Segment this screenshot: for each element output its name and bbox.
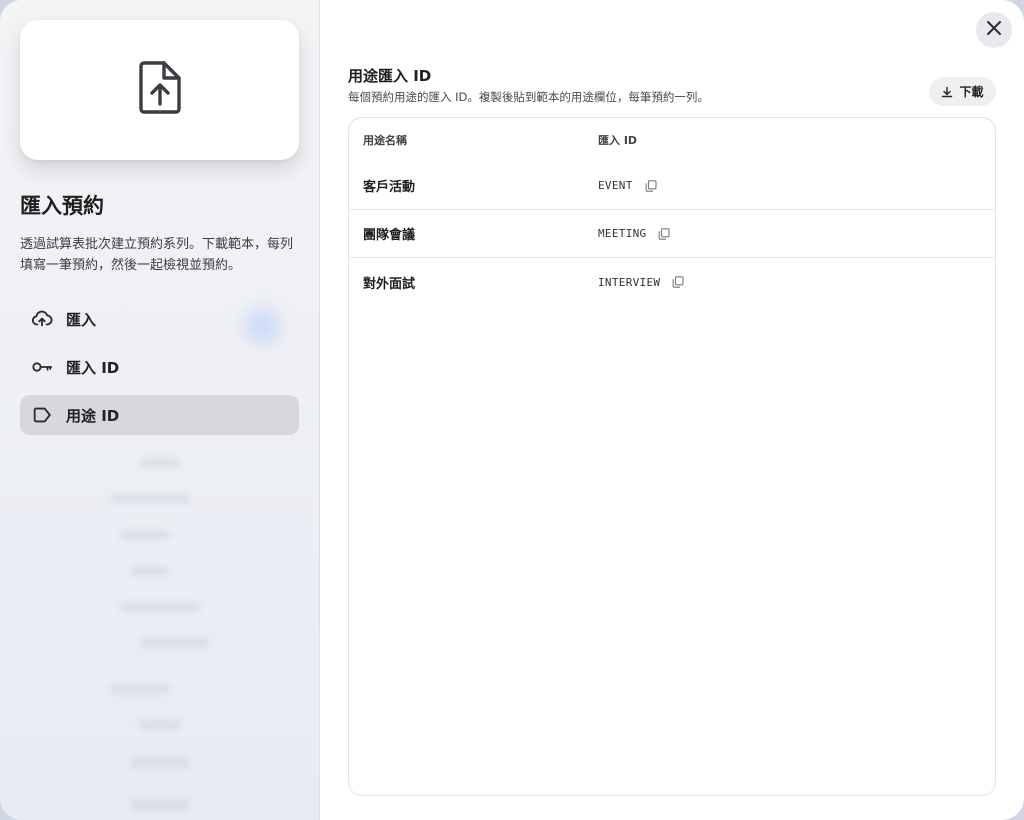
close-button[interactable] [976, 12, 1012, 48]
import-id-value: MEETING [598, 227, 647, 240]
nav-item-purpose-id[interactable]: 用途 ID [20, 395, 299, 435]
file-upload-hero [20, 20, 299, 160]
nav-item-import-id[interactable]: 匯入 ID [20, 347, 299, 387]
download-icon [941, 86, 953, 98]
background-blur [130, 800, 190, 810]
table-row: 對外面試 INTERVIEW [349, 258, 995, 306]
purpose-id-table: 用途名稱 匯入 ID 客戶活動 EVENT 團隊會議 MEETING 對外面試 … [348, 117, 996, 796]
background-blur [110, 494, 190, 504]
cloud-upload-icon [31, 308, 53, 330]
section-title: 用途匯入 ID [348, 67, 432, 85]
table-row: 客戶活動 EVENT [349, 162, 995, 210]
copy-icon[interactable] [645, 179, 657, 192]
copy-icon[interactable] [658, 227, 671, 240]
import-dialog: 匯入預約 透過試算表批次建立預約系列。下載範本，每列填寫一筆預約，然後一起檢視並… [0, 0, 1024, 820]
table-header: 用途名稱 匯入 ID [349, 118, 995, 162]
main-panel: 用途匯入 ID 每個預約用途的匯入 ID。複製後貼到範本的用途欄位，每筆預約一列… [320, 0, 1024, 820]
table-row: 團隊會議 MEETING [349, 210, 995, 258]
column-header-import-id: 匯入 ID [598, 134, 638, 147]
background-blur [120, 530, 170, 540]
key-icon [31, 356, 53, 378]
dialog-title: 匯入預約 [20, 194, 104, 218]
purpose-name: 對外面試 [363, 276, 416, 292]
sidebar: 匯入預約 透過試算表批次建立預約系列。下載範本，每列填寫一筆預約，然後一起檢視並… [0, 0, 320, 820]
file-upload-icon [137, 60, 183, 120]
label-icon [31, 404, 53, 426]
column-header-purpose-name: 用途名稱 [363, 134, 407, 147]
sidebar-nav: 匯入 匯入 ID 用途 ID [20, 299, 299, 443]
background-blur [130, 758, 190, 768]
background-blur [130, 566, 170, 576]
nav-item-label: 用途 ID [66, 406, 120, 425]
background-blur [140, 720, 180, 730]
download-button[interactable]: 下載 [929, 77, 996, 106]
close-icon [986, 20, 1002, 40]
background-blur [140, 458, 180, 468]
dialog-description: 透過試算表批次建立預約系列。下載範本，每列填寫一筆預約，然後一起檢視並預約。 [20, 237, 294, 273]
import-id-value: INTERVIEW [598, 275, 661, 289]
purpose-name: 團隊會議 [363, 228, 416, 243]
background-blur [140, 638, 210, 648]
download-label: 下載 [959, 85, 984, 99]
purpose-name: 客戶活動 [363, 180, 416, 195]
background-blur [120, 602, 200, 612]
nav-item-import[interactable]: 匯入 [20, 299, 299, 339]
import-id-value: EVENT [598, 179, 633, 192]
section-description: 每個預約用途的匯入 ID。複製後貼到範本的用途欄位，每筆預約一列。 [348, 90, 709, 104]
background-blur [110, 684, 170, 694]
nav-item-label: 匯入 ID [66, 358, 120, 377]
nav-item-label: 匯入 [66, 310, 97, 329]
copy-icon[interactable] [672, 276, 684, 288]
